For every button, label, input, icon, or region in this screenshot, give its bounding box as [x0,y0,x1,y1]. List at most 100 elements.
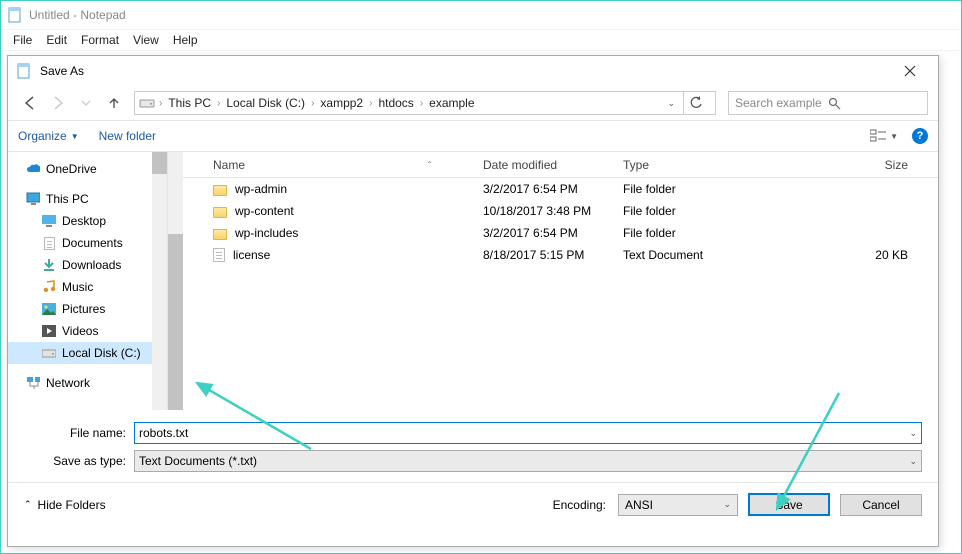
chevron-up-icon: ⌃ [24,499,32,510]
menu-file[interactable]: File [7,31,38,49]
folder-icon [213,207,227,218]
file-date: 3/2/2017 6:54 PM [483,182,623,196]
crumb-this-pc[interactable]: This PC [164,96,215,110]
file-type: File folder [623,204,773,218]
chevron-right-icon[interactable]: › [369,98,372,109]
back-button[interactable] [18,91,42,115]
drive-icon [139,95,155,111]
downloads-icon [42,258,56,272]
help-button[interactable]: ? [912,128,928,144]
up-button[interactable] [102,91,126,115]
notepad-title: Untitled - Notepad [29,8,126,22]
encoding-select[interactable]: ANSI ⌄ [618,494,738,516]
crumb-xampp2[interactable]: xampp2 [316,96,367,110]
tree-this-pc[interactable]: This PC [8,188,167,210]
pictures-icon [42,302,56,316]
chevron-down-icon[interactable]: ⌄ [909,428,917,439]
tree-desktop[interactable]: Desktop [8,210,167,232]
network-icon [26,376,40,390]
search-icon [828,97,921,110]
file-name: wp-content [235,204,294,218]
file-row[interactable]: wp-admin3/2/2017 6:54 PMFile folder [183,178,938,200]
forward-button[interactable] [46,91,70,115]
chevron-down-icon[interactable]: ⌄ [667,98,675,109]
crumb-htdocs[interactable]: htdocs [374,96,417,110]
col-header-name[interactable]: Name⌃ [183,158,483,172]
file-name: license [233,248,270,262]
menu-view[interactable]: View [127,31,165,49]
sort-caret-icon: ⌃ [426,160,433,169]
col-header-type[interactable]: Type [623,158,773,172]
videos-icon [42,324,56,338]
file-date: 8/18/2017 5:15 PM [483,248,623,262]
menu-help[interactable]: Help [167,31,204,49]
chevron-down-icon: ▼ [890,132,898,141]
new-folder-button[interactable]: New folder [99,129,156,143]
view-options-button[interactable]: ▼ [870,129,898,143]
notepad-menubar: File Edit Format View Help [1,29,961,51]
list-scrollbar[interactable] [168,152,183,410]
desktop-icon [42,214,56,228]
col-header-size[interactable]: Size [773,158,938,172]
menu-format[interactable]: Format [75,31,125,49]
file-row[interactable]: wp-content 10/18/2017 3:48 PMFile folder [183,200,938,222]
disk-icon [42,346,56,360]
organize-button[interactable]: Organize ▼ [18,129,79,143]
file-date: 10/18/2017 3:48 PM [483,204,623,218]
tree-downloads[interactable]: Downloads [8,254,167,276]
save-as-dialog: Save As › This PC › Local Disk (C:) › xa… [7,55,939,547]
pc-icon [26,192,40,206]
file-type: File folder [623,226,773,240]
file-row[interactable]: wp-includes3/2/2017 6:54 PMFile folder [183,222,938,244]
chevron-right-icon[interactable]: › [311,98,314,109]
folder-icon [213,229,227,240]
notepad-icon [7,7,23,23]
tree-onedrive[interactable]: OneDrive [8,158,167,180]
save-type-label: Save as type: [24,454,134,468]
nav-tree: OneDrive This PC Desktop Documents Downl… [8,152,168,410]
search-placeholder: Search example [735,96,828,110]
notepad-titlebar: Untitled - Notepad [1,1,961,29]
dialog-icon [16,63,32,79]
chevron-right-icon[interactable]: › [420,98,423,109]
cloud-icon [26,162,40,176]
tree-local-disk[interactable]: Local Disk (C:) [8,342,167,364]
file-type: File folder [623,182,773,196]
refresh-button[interactable] [683,91,707,115]
address-bar[interactable]: › This PC › Local Disk (C:) › xampp2 › h… [134,91,716,115]
save-button[interactable]: Save [748,493,830,516]
tree-documents[interactable]: Documents [8,232,167,254]
menu-edit[interactable]: Edit [40,31,73,49]
crumb-local-disk[interactable]: Local Disk (C:) [222,96,309,110]
tree-network[interactable]: Network [8,372,167,394]
chevron-down-icon: ▼ [71,132,79,141]
recent-dropdown[interactable] [74,91,98,115]
file-list: Name⌃ Date modified Type Size wp-admin3/… [183,152,938,410]
hide-folders-button[interactable]: ⌃ Hide Folders [24,498,106,512]
tree-music[interactable]: Music [8,276,167,298]
documents-icon [42,236,56,250]
chevron-right-icon[interactable]: › [217,98,220,109]
file-name-label: File name: [24,426,134,440]
tree-pictures[interactable]: Pictures [8,298,167,320]
chevron-down-icon[interactable]: ⌄ [909,456,917,467]
encoding-label: Encoding: [553,498,606,512]
chevron-right-icon[interactable]: › [159,98,162,109]
col-header-date[interactable]: Date modified [483,158,623,172]
save-type-select[interactable]: Text Documents (*.txt) ⌄ [134,450,922,472]
file-name: wp-includes [235,226,298,240]
close-button[interactable] [890,57,930,85]
cancel-button[interactable]: Cancel [840,494,922,516]
file-name-input[interactable]: robots.txt ⌄ [134,422,922,444]
text-file-icon [213,248,225,262]
music-icon [42,280,56,294]
file-type: Text Document [623,248,773,262]
tree-videos[interactable]: Videos [8,320,167,342]
chevron-down-icon: ⌄ [723,499,731,510]
tree-scrollbar[interactable] [152,152,167,410]
dialog-title: Save As [40,64,84,78]
file-size: 20 KB [773,248,938,262]
search-input[interactable]: Search example [728,91,928,115]
file-row[interactable]: license 8/18/2017 5:15 PMText Document20 … [183,244,938,266]
crumb-example[interactable]: example [425,96,478,110]
